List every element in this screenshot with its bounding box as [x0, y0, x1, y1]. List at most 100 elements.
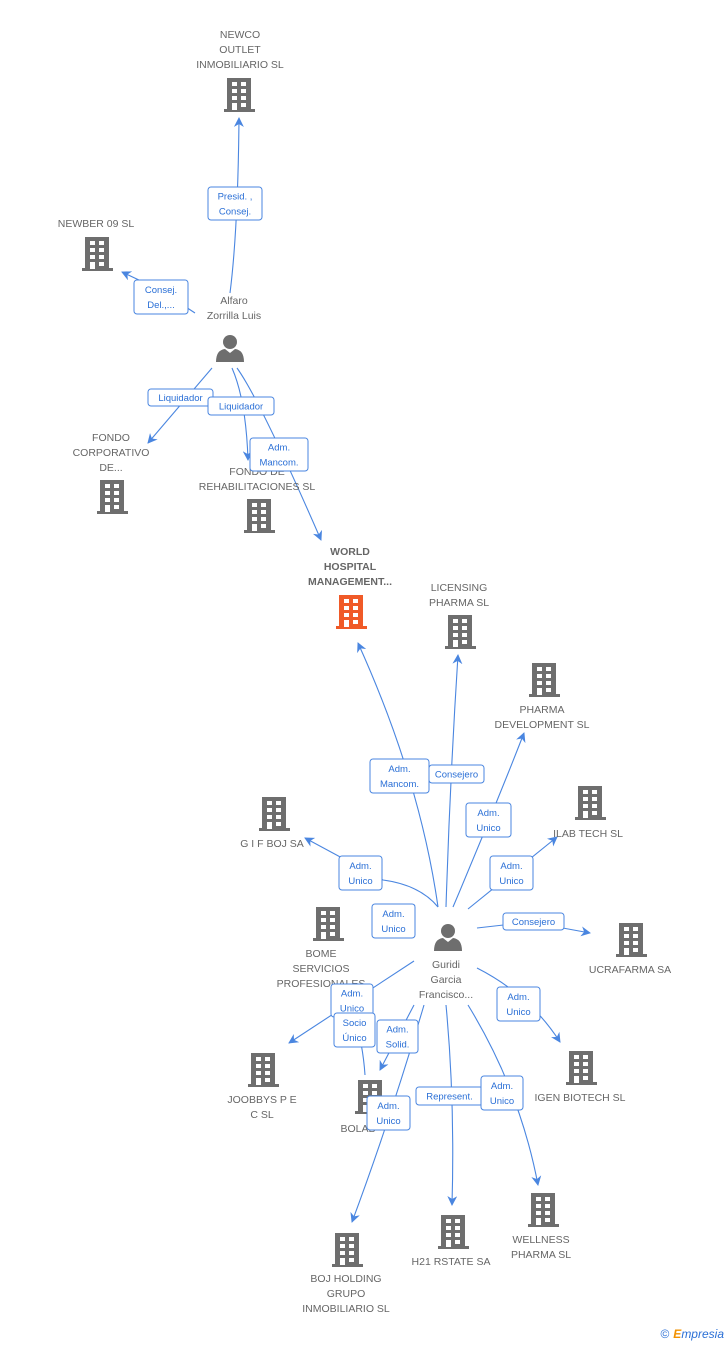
node-world[interactable]: WORLD HOSPITAL MANAGEMENT... — [308, 546, 392, 629]
relation-label-text: Unico — [348, 876, 372, 887]
building-icon[interactable] — [313, 907, 344, 941]
relation-label-text: Unico — [381, 924, 405, 935]
relation-label[interactable]: Adm. Mancom. — [249, 437, 309, 472]
node-fondo-rehab[interactable]: FONDO DEREHABILITACIONES SL — [199, 466, 316, 533]
relation-label[interactable]: Adm. Solid. — [376, 1019, 419, 1054]
node-label[interactable]: WORLD — [330, 546, 370, 558]
relation-label-text: Liquidador — [219, 402, 263, 413]
node-label[interactable]: ILAB TECH SL — [553, 828, 623, 840]
node-label[interactable]: DEVELOPMENT SL — [495, 719, 590, 731]
node-label[interactable]: CORPORATIVO — [73, 447, 150, 459]
building-icon[interactable] — [529, 663, 560, 697]
relation-label[interactable]: Adm.Unico — [366, 1095, 411, 1131]
building-icon[interactable] — [616, 923, 647, 957]
relation-label[interactable]: Adm. Mancom. — [369, 758, 430, 794]
building-icon[interactable] — [97, 480, 128, 514]
relation-label[interactable]: Adm.Unico — [480, 1075, 524, 1111]
node-label[interactable]: OUTLET — [219, 44, 261, 56]
node-label[interactable]: Guridi — [432, 959, 460, 971]
relation-label-text: Adm. — [477, 808, 499, 819]
node-newco[interactable]: NEWCO OUTLET INMOBILIARIO SL — [196, 29, 284, 112]
building-icon[interactable] — [332, 1233, 363, 1267]
relation-label[interactable]: Adm.Unico — [330, 983, 374, 1018]
node-label[interactable]: BOME — [306, 948, 337, 960]
node-label[interactable]: WELLNESS — [512, 1234, 569, 1246]
relation-label-text: Consej. — [219, 207, 251, 218]
node-label[interactable]: Francisco... — [419, 989, 473, 1001]
node-guridi[interactable]: Guridi Garcia Francisco... — [419, 924, 473, 1001]
node-label[interactable]: NEWBER 09 SL — [58, 218, 135, 230]
node-label[interactable]: HOSPITAL — [324, 561, 377, 573]
empresia-logo[interactable]: © Empresia — [660, 1327, 724, 1341]
node-label[interactable]: Zorrilla Luis — [207, 310, 261, 322]
node-label[interactable]: H21 RSTATE SA — [412, 1256, 491, 1268]
node-label[interactable]: INMOBILIARIO SL — [302, 1303, 390, 1315]
relation-label[interactable]: Adm.Unico — [465, 802, 512, 838]
building-icon[interactable] — [259, 797, 290, 831]
node-label[interactable]: GRUPO — [327, 1288, 366, 1300]
building-icon[interactable] — [528, 1193, 559, 1227]
node-label[interactable]: C SL — [250, 1109, 274, 1121]
node-label[interactable]: IGEN BIOTECH SL — [534, 1092, 625, 1104]
node-label[interactable]: MANAGEMENT... — [308, 576, 392, 588]
building-icon[interactable] — [244, 499, 275, 533]
node-label[interactable]: Alfaro — [220, 295, 248, 307]
node-licensing[interactable]: LICENSING PHARMA SL — [429, 582, 489, 649]
relation-label-text: Adm. — [349, 861, 371, 872]
node-pharma-dev[interactable]: PHARMA DEVELOPMENT SL — [495, 663, 590, 731]
building-icon[interactable] — [336, 595, 367, 629]
relation-label[interactable]: Adm.Unico — [371, 903, 416, 939]
building-icon[interactable] — [82, 237, 113, 271]
relation-label[interactable]: Consej. Del.,... — [133, 279, 189, 315]
relation-label[interactable]: Socio Único — [333, 1012, 376, 1048]
relation-label[interactable]: Adm.Unico — [496, 986, 541, 1022]
node-label[interactable]: PHARMA SL — [429, 597, 489, 609]
node-gif[interactable]: G I F BOJ SA — [240, 797, 304, 850]
relation-label-text: Consejero — [435, 770, 478, 781]
building-icon[interactable] — [248, 1053, 279, 1087]
node-joobbys[interactable]: JOOBBYS P E C SL — [227, 1053, 297, 1121]
node-label[interactable]: LICENSING — [431, 582, 488, 594]
person-icon[interactable] — [434, 924, 462, 951]
person-icon[interactable] — [216, 335, 244, 362]
relation-label[interactable]: Consejero — [502, 912, 565, 931]
node-alfaro[interactable]: Alfaro Zorrilla Luis — [207, 295, 261, 362]
node-boj-holding[interactable]: BOJ HOLDING GRUPO INMOBILIARIO SL — [302, 1233, 390, 1315]
relation-label-text: Socio — [343, 1018, 367, 1029]
node-label[interactable]: FONDO — [92, 432, 130, 444]
node-label[interactable]: JOOBBYS P E — [227, 1094, 296, 1106]
building-icon[interactable] — [224, 78, 255, 112]
relation-label[interactable]: Consejero — [428, 764, 485, 784]
node-h21[interactable]: H21 RSTATE SA — [412, 1215, 491, 1268]
node-newber[interactable]: NEWBER 09 SL — [58, 218, 135, 271]
node-label[interactable]: NEWCO — [220, 29, 260, 41]
node-label[interactable]: Garcia — [431, 974, 462, 986]
node-label[interactable]: PHARMA SL — [511, 1249, 571, 1261]
node-fondo-corp[interactable]: FONDO CORPORATIVO DE... — [73, 432, 150, 514]
node-label[interactable]: G I F BOJ SA — [240, 838, 304, 850]
node-label[interactable]: UCRAFARMA SA — [589, 964, 671, 976]
relation-label[interactable]: Adm.Unico — [489, 855, 534, 891]
node-ilab[interactable]: ILAB TECH SL — [553, 786, 623, 840]
relation-label[interactable]: Liquidador — [207, 396, 275, 416]
building-icon[interactable] — [438, 1215, 469, 1249]
node-label[interactable]: PHARMA — [520, 704, 565, 716]
node-label[interactable]: REHABILITACIONES SL — [199, 481, 316, 493]
relation-label[interactable]: Presid. , Consej. — [207, 186, 263, 221]
relation-label[interactable]: Adm. Unico — [338, 855, 383, 891]
building-icon[interactable] — [445, 615, 476, 649]
relation-label-text: Represent. — [426, 1092, 472, 1103]
node-ucrafarma[interactable]: UCRAFARMA SA — [589, 923, 671, 976]
building-icon[interactable] — [575, 786, 606, 820]
relation-label[interactable]: Represent. — [415, 1086, 484, 1106]
node-igen[interactable]: IGEN BIOTECH SL — [534, 1051, 626, 1104]
building-icon[interactable] — [566, 1051, 597, 1085]
node-label[interactable]: INMOBILIARIO SL — [196, 59, 284, 71]
node-label[interactable]: BOJ HOLDING — [310, 1273, 381, 1285]
node-bome[interactable]: BOMESERVICIOSPROFESIONALES — [277, 907, 366, 990]
relation-label[interactable]: Liquidador — [147, 388, 214, 407]
node-wellness[interactable]: WELLNESS PHARMA SL — [511, 1193, 571, 1261]
node-label[interactable]: DE... — [99, 462, 122, 474]
relation-label-text: Unico — [376, 1116, 400, 1127]
node-label[interactable]: SERVICIOS — [293, 963, 350, 975]
